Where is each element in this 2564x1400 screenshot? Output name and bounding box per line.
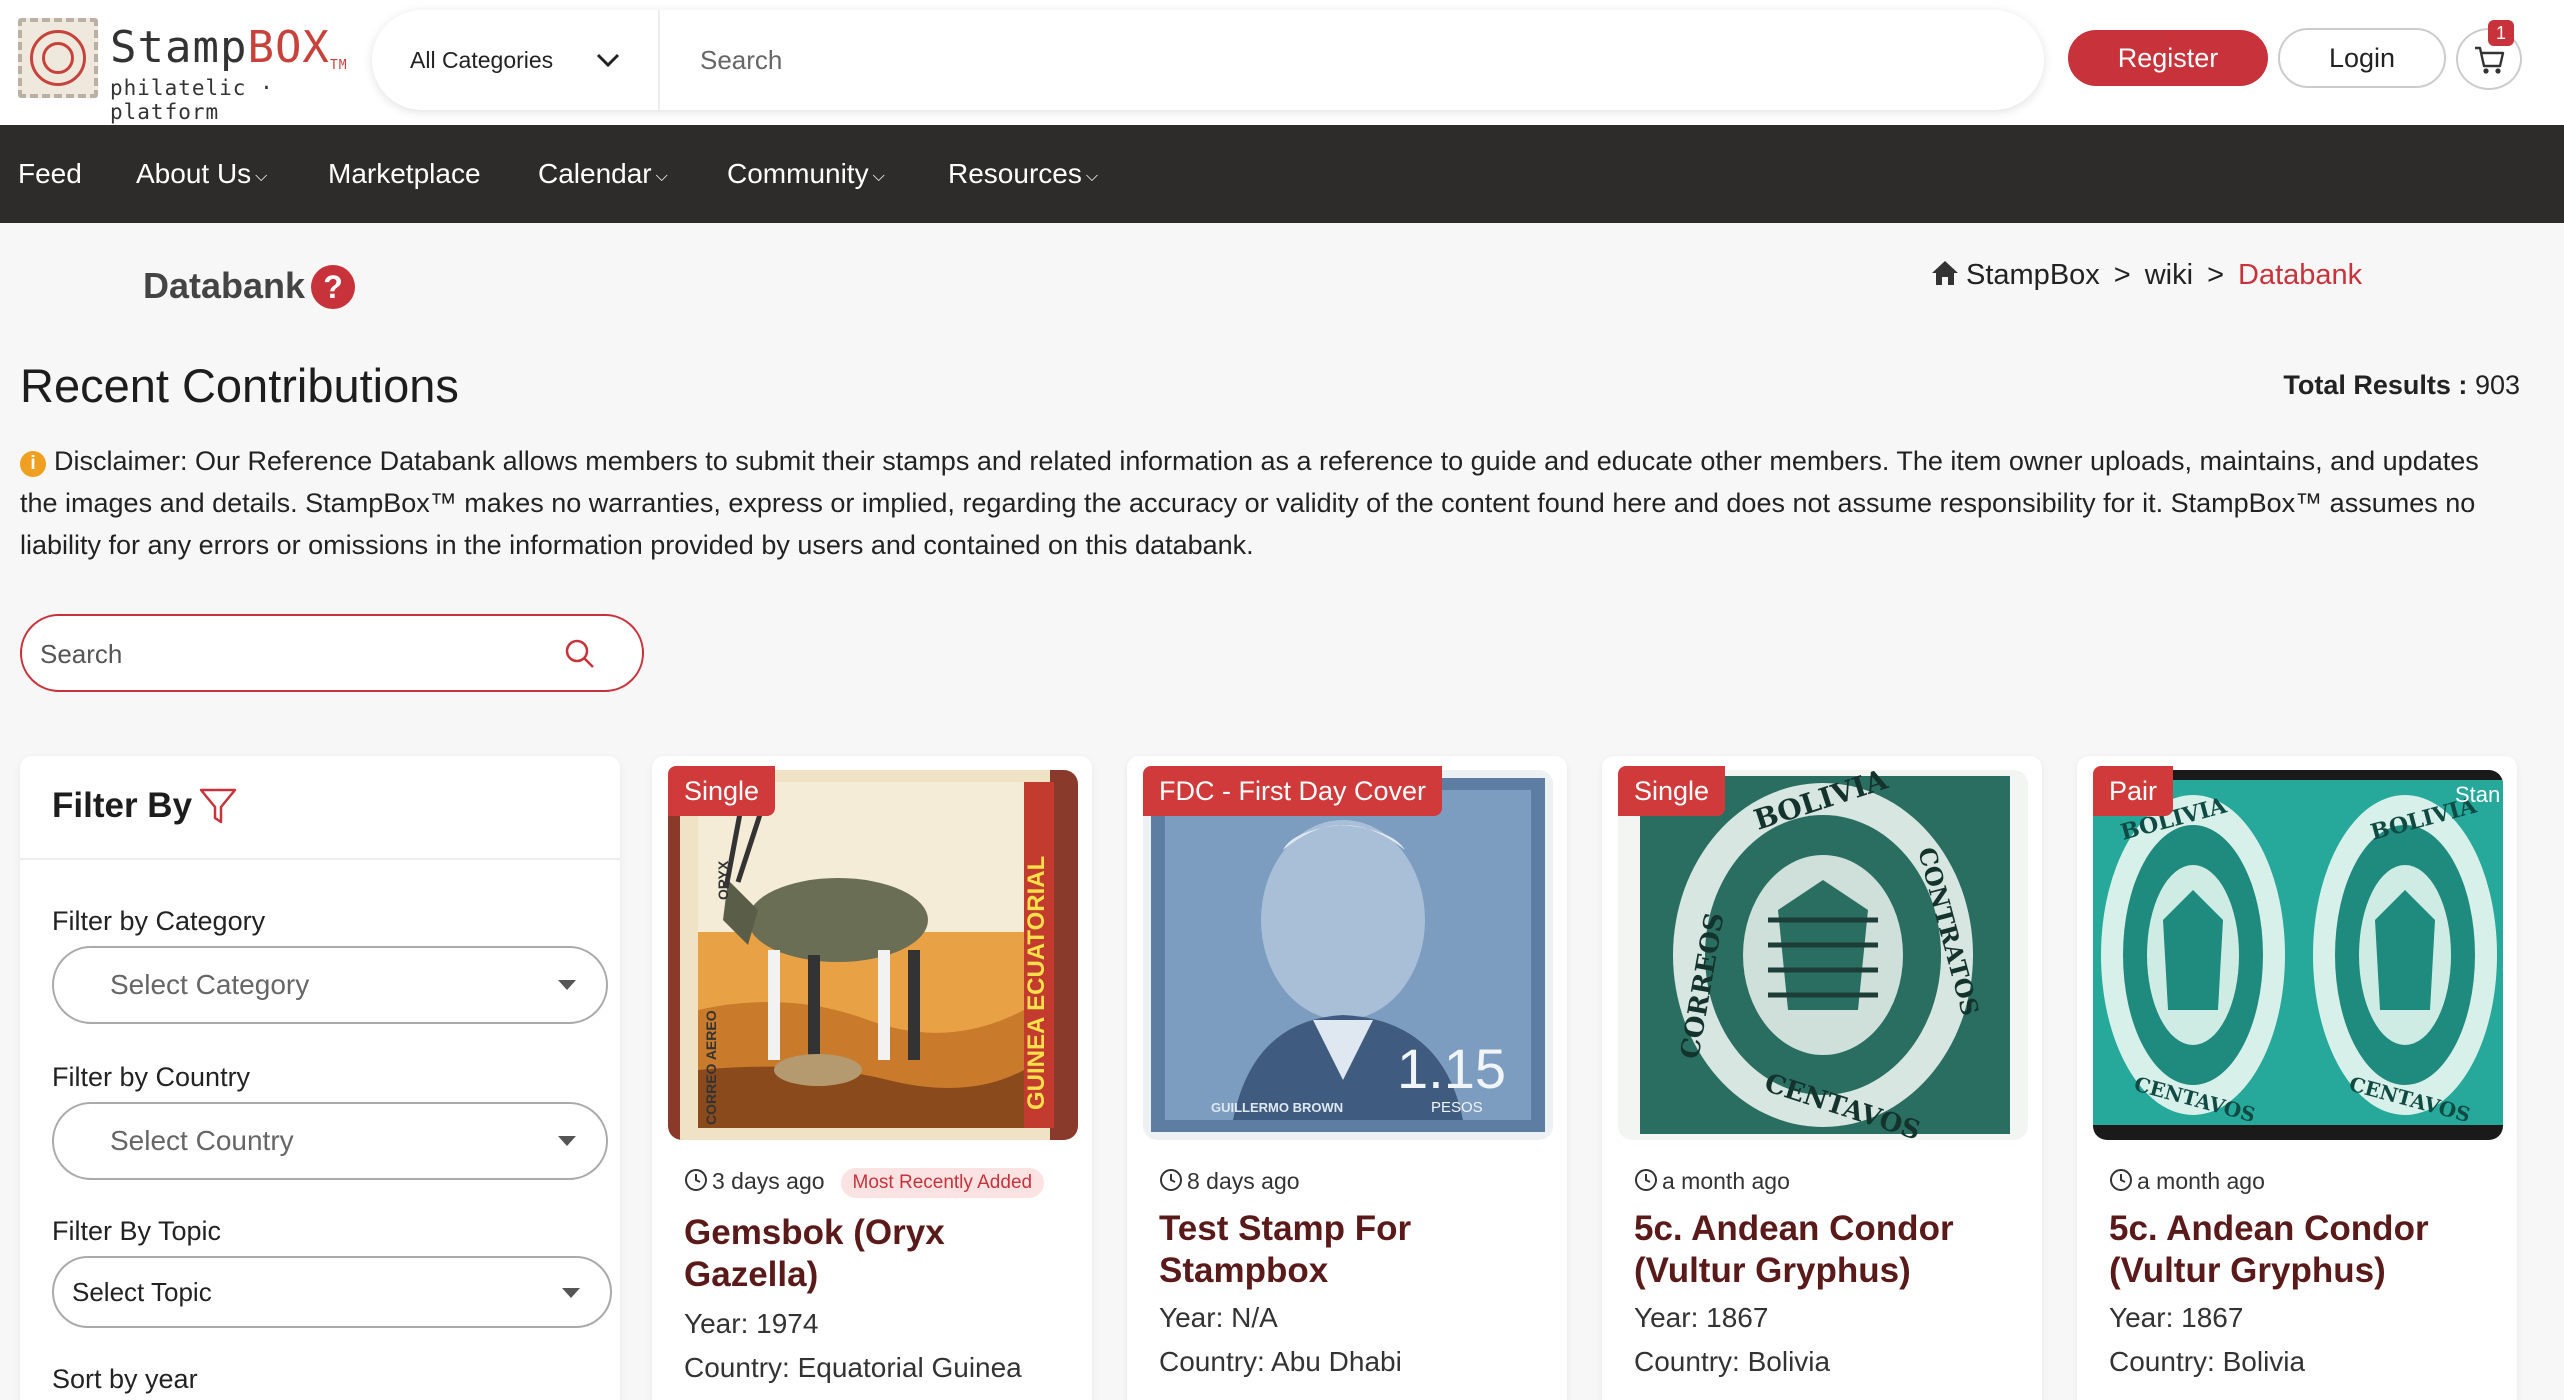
databank-search-input[interactable] [40, 630, 540, 678]
filter-panel: Filter By Filter by Category Select Cate… [20, 756, 620, 1400]
search-divider [658, 10, 660, 110]
clock-icon [2110, 1169, 2132, 1191]
type-badge: Single [1618, 766, 1726, 816]
register-button[interactable]: Register [2068, 30, 2268, 86]
stamp-card[interactable]: BOLIVIA BOLIVIA CENTAVOS CENTAVOS Stan P… [2077, 756, 2517, 1400]
section-title: Recent Contributions [20, 359, 459, 412]
card-time: 3 days ago Most Recently Added [684, 1168, 1045, 1198]
nav-item-resources[interactable]: Resources ⌵ [948, 125, 1098, 223]
chevron-down-icon: ⌵ [872, 168, 885, 185]
breadcrumb: StampBox > wiki > Databank [1930, 259, 2362, 292]
stamp-image[interactable]: GUILLERMO BROWN 1.15 PESOS [1143, 770, 1553, 1140]
chevron-down-icon: ⌵ [1085, 168, 1098, 185]
stamp-image[interactable]: BOLIVIA BOLIVIA CENTAVOS CENTAVOS Stan [2093, 770, 2503, 1140]
home-icon [1932, 261, 1958, 285]
breadcrumb-home[interactable]: StampBox [1966, 259, 2100, 291]
stamp-image[interactable]: GUINEA ECUATORIAL ORYX CORREO AEREO [668, 770, 1078, 1140]
breadcrumb-wiki[interactable]: wiki [2145, 259, 2193, 291]
total-results: Total Results : 903 [2283, 370, 2520, 400]
nav-item-community[interactable]: Community ⌵ [727, 125, 885, 223]
login-button[interactable]: Login [2278, 28, 2446, 88]
chevron-down-icon: ⌵ [255, 168, 268, 185]
search-icon[interactable] [562, 636, 598, 672]
topic-select[interactable]: Select Topic [52, 1256, 612, 1328]
card-time: a month ago [1634, 1168, 1790, 1195]
svg-text:GUILLERMO BROWN: GUILLERMO BROWN [1211, 1100, 1343, 1115]
card-country: Country: Bolivia [2109, 1346, 2306, 1377]
main-nav: Feed About Us ⌵ Marketplace Calendar ⌵ Com… [0, 125, 2564, 223]
most-recent-badge: Most Recently Added [840, 1168, 1045, 1198]
card-title[interactable]: Gemsbok (Oryx Gazella) [684, 1212, 1074, 1296]
card-year: Year: 1867 [1634, 1302, 1769, 1333]
svg-text:GUINEA ECUATORIAL: GUINEA ECUATORIAL [1023, 856, 1050, 1110]
card-country: Country: Equatorial Guinea [684, 1352, 1022, 1383]
svg-text:1.15: 1.15 [1397, 1037, 1506, 1100]
info-icon: i [20, 451, 46, 477]
svg-text:CORREO AEREO: CORREO AEREO [703, 1010, 719, 1125]
card-title[interactable]: 5c. Andean Condor (Vultur Gryphus) [1634, 1208, 2024, 1292]
category-dropdown[interactable]: All Categories [410, 10, 553, 110]
logo-stamp-icon [18, 18, 98, 98]
card-time: 8 days ago [1159, 1168, 1300, 1195]
nav-item-about-us[interactable]: About Us ⌵ [136, 125, 267, 223]
card-title[interactable]: 5c. Andean Condor (Vultur Gryphus) [2109, 1208, 2499, 1292]
nav-item-feed[interactable]: Feed [18, 125, 82, 223]
category-select[interactable]: Select Category [52, 946, 608, 1024]
card-country: Country: Bolivia [1634, 1346, 1831, 1377]
chevron-down-icon[interactable] [590, 42, 626, 78]
breadcrumb-databank: Databank [2238, 259, 2363, 291]
databank-search [20, 614, 644, 692]
card-title[interactable]: Test Stamp For Stampbox [1159, 1208, 1549, 1292]
dropdown-arrow-icon [562, 1288, 580, 1298]
sort-by-year-label: Sort by year [52, 1364, 198, 1394]
filter-title: Filter By [52, 786, 193, 825]
filter-header: Filter By [20, 756, 620, 860]
global-search-bar: All Categories [372, 10, 2044, 110]
country-select[interactable]: Select Country [52, 1102, 608, 1180]
clock-icon [1635, 1169, 1657, 1191]
cart-count-badge: 1 [2488, 20, 2514, 46]
page-title: Databank [143, 265, 306, 306]
stamp-card[interactable]: GUINEA ECUATORIAL ORYX CORREO AEREO Sing… [652, 756, 1092, 1400]
stamp-card[interactable]: GUILLERMO BROWN 1.15 PESOS FDC - First D… [1127, 756, 1567, 1400]
card-year: Year: N/A [1159, 1302, 1278, 1333]
type-badge: FDC - First Day Cover [1143, 766, 1443, 816]
dropdown-arrow-icon [558, 980, 576, 990]
svg-text:Stan: Stan [2455, 782, 2500, 807]
clock-icon [685, 1169, 707, 1191]
card-year: Year: 1974 [684, 1308, 819, 1339]
global-search-input[interactable] [700, 36, 2000, 84]
cart-icon [2475, 46, 2505, 74]
card-year: Year: 1867 [2109, 1302, 2244, 1333]
logo-title: StampBOXTM [110, 22, 348, 73]
nav-item-calendar[interactable]: Calendar ⌵ [538, 125, 668, 223]
total-results-value: 903 [2474, 370, 2520, 400]
filter-topic-label: Filter By Topic [52, 1216, 222, 1246]
dropdown-arrow-icon [558, 1136, 576, 1146]
type-badge: Single [668, 766, 776, 816]
stamp-image[interactable]: BOLIVIA CORREOS CONTRATOS CENTAVOS [1618, 770, 2028, 1140]
stamp-card[interactable]: BOLIVIA CORREOS CONTRATOS CENTAVOS Singl… [1602, 756, 2042, 1400]
header: StampBOXTM philatelic · platform All Cat… [0, 0, 2564, 125]
card-country: Country: Abu Dhabi [1159, 1346, 1402, 1377]
nav-item-marketplace[interactable]: Marketplace [328, 125, 481, 223]
chevron-down-icon: ⌵ [655, 168, 668, 185]
filter-category-label: Filter by Category [52, 906, 266, 936]
type-badge: Pair [2093, 766, 2174, 816]
svg-text:ORYX: ORYX [715, 860, 731, 900]
help-icon[interactable]: ? [311, 265, 355, 309]
filter-country-label: Filter by Country [52, 1062, 251, 1092]
logo-tagline: philatelic · platform [110, 76, 274, 124]
clock-icon [1160, 1169, 1182, 1191]
funnel-icon [199, 788, 237, 824]
stampbox-logo[interactable]: StampBOXTM philatelic · platform [18, 18, 358, 124]
card-time: a month ago [2109, 1168, 2265, 1195]
svg-text:PESOS: PESOS [1431, 1099, 1483, 1116]
disclaimer: i Disclaimer: Our Reference Databank allo… [20, 446, 2479, 560]
